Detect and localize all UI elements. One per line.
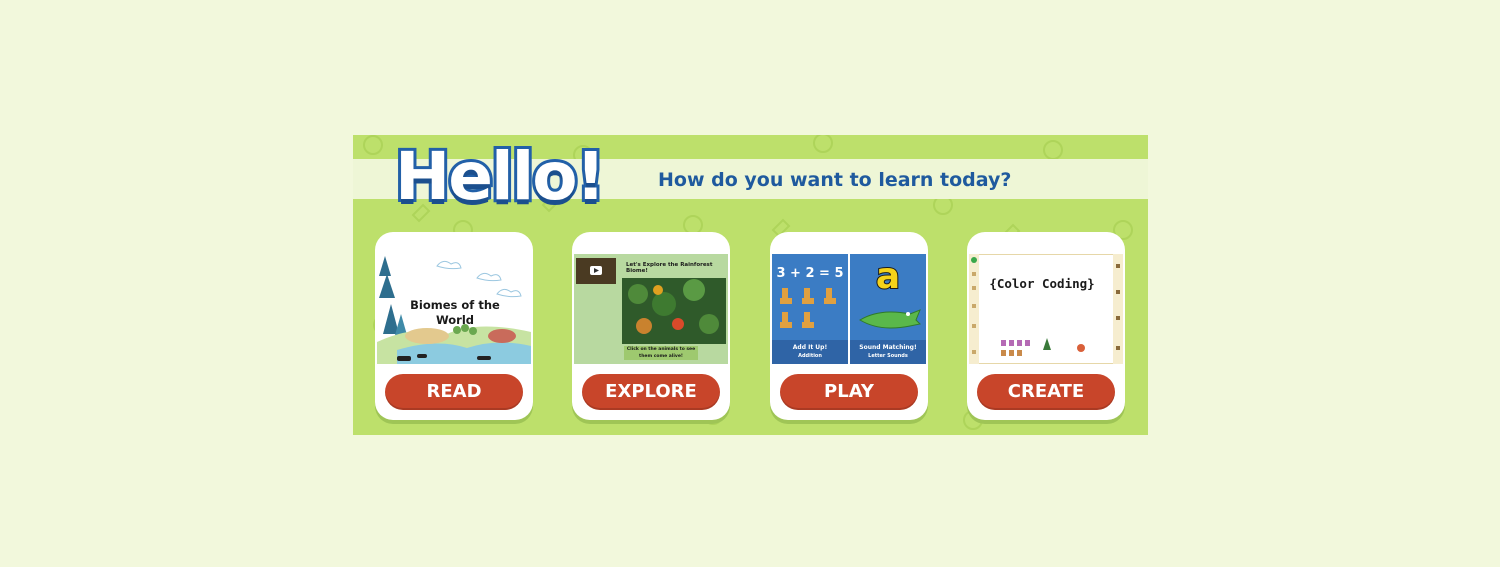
letter-sounds-label: Sound Matching! — [859, 344, 917, 351]
letter-sounds-tile-label: Sound Matching! Letter Sounds — [850, 340, 926, 364]
card-play[interactable]: 3 + 2 = 5 Add It Up! Addition a Sound Ma… — [770, 232, 928, 420]
explore-thumbnail-caption: Click on the animals to see them come al… — [624, 346, 698, 360]
create-button[interactable]: CREATE — [977, 374, 1115, 410]
hero-banner: Hello! How do you want to learn today? B… — [353, 135, 1148, 435]
addition-sublabel: Addition — [798, 353, 822, 359]
create-thumbnail: {Color Coding} — [969, 254, 1123, 364]
card-explore[interactable]: Let's Explore the Rainforest Biome! Clic… — [572, 232, 730, 420]
explore-button[interactable]: EXPLORE — [582, 374, 720, 410]
alligator-icon — [859, 309, 922, 329]
play-thumbnail: 3 + 2 = 5 Add It Up! Addition a Sound Ma… — [772, 254, 926, 364]
card-create[interactable]: {Color Coding} CREATE — [967, 232, 1125, 420]
explore-thumbnail-title: Let's Explore the Rainforest Biome! — [626, 262, 713, 274]
explore-thumbnail: Let's Explore the Rainforest Biome! Clic… — [574, 254, 728, 364]
giraffe-icon — [780, 288, 836, 328]
create-thumbnail-title: {Color Coding} — [989, 276, 1095, 291]
read-thumbnail: Biomes of the World — [377, 254, 531, 364]
play-button[interactable]: PLAY — [780, 374, 918, 410]
page-title: Hello! — [392, 135, 609, 218]
letter-a: a — [875, 255, 901, 298]
addition-game-tile: 3 + 2 = 5 Add It Up! Addition — [772, 254, 848, 364]
addition-tile-label: Add It Up! Addition — [772, 340, 848, 364]
read-button[interactable]: READ — [385, 374, 523, 410]
coding-editor-illustration — [969, 254, 1123, 364]
addition-equation: 3 + 2 = 5 — [776, 266, 844, 281]
addition-label: Add It Up! — [792, 344, 828, 351]
page-subtitle: How do you want to learn today? — [658, 169, 1012, 191]
read-thumbnail-title: Biomes of the World — [410, 298, 500, 327]
letter-sounds-tile: a Sound Matching! Letter Sounds — [850, 254, 926, 364]
card-read[interactable]: Biomes of the World READ — [375, 232, 533, 420]
letter-sounds-sublabel: Letter Sounds — [868, 353, 908, 359]
